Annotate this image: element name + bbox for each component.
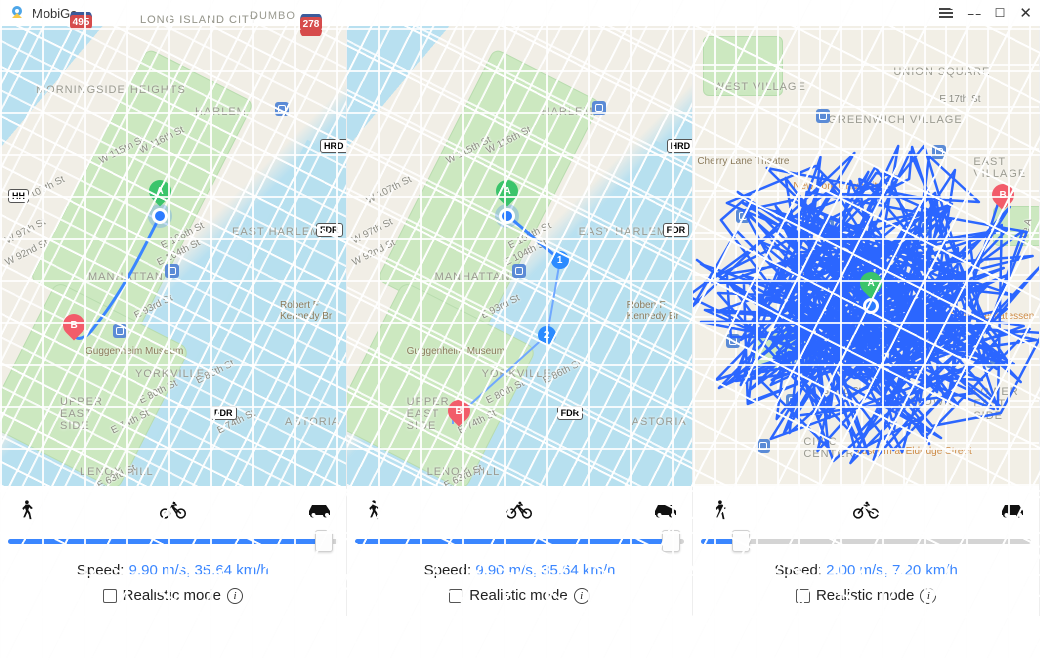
map-area-label: DUMBO <box>250 10 296 22</box>
hwy-shield: 278 <box>300 14 322 32</box>
